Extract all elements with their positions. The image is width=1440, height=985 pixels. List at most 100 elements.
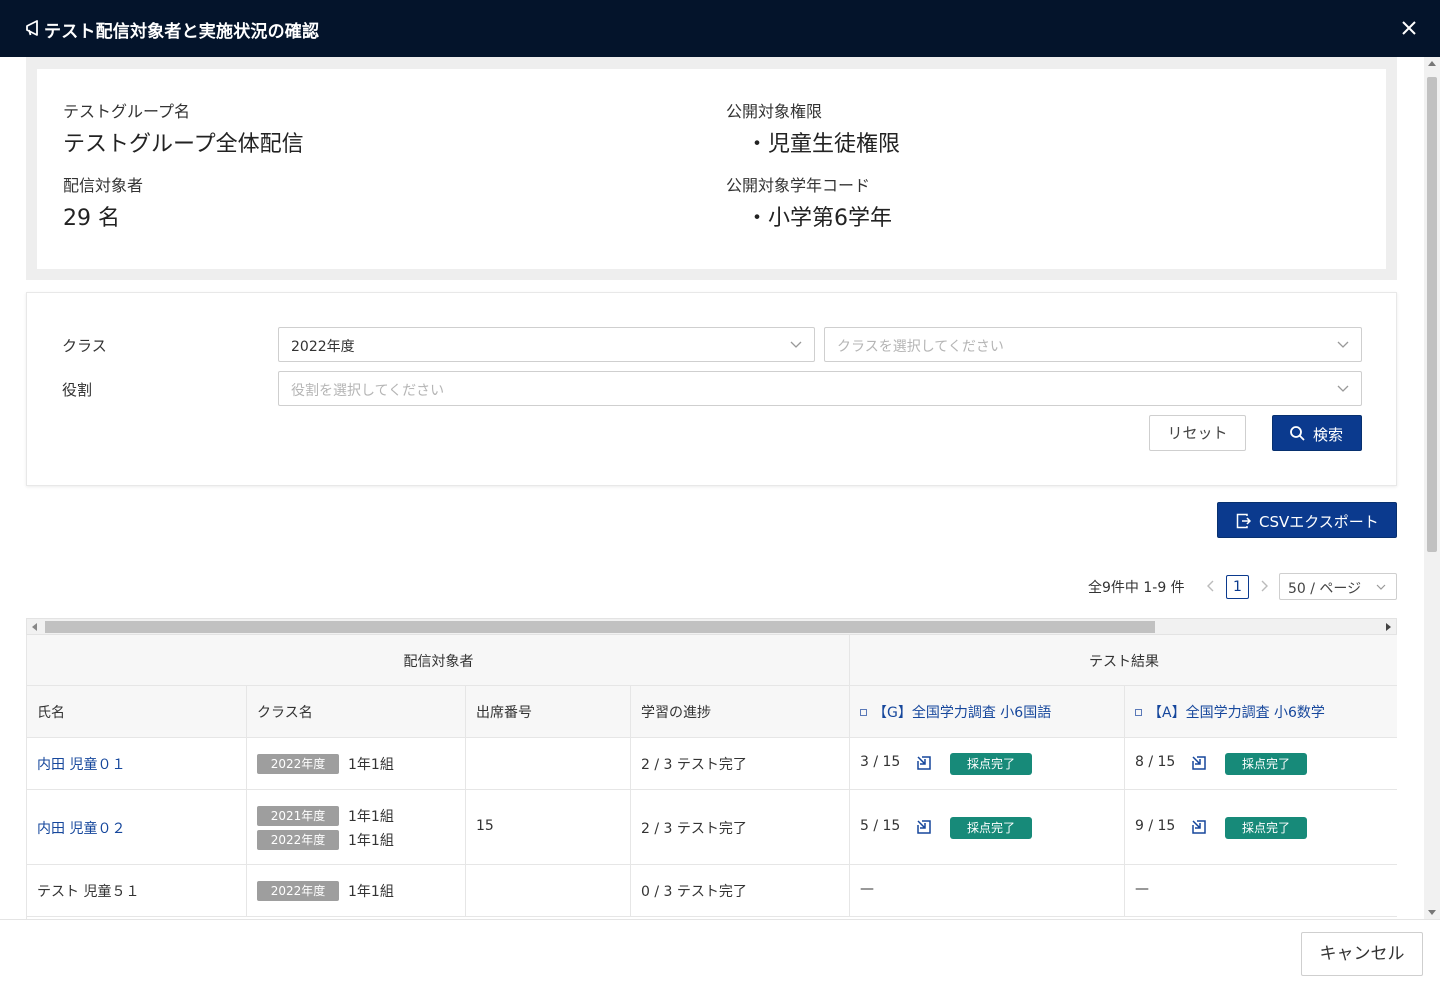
test-score-empty: — [860,881,874,897]
scrollbar-thumb[interactable] [45,621,1155,633]
table-row-3-name: テスト 児童５１ [27,865,247,917]
group-header-results: テスト結果 [850,635,1397,686]
column-header-test2[interactable]: 【A】全国学力調査 小6数学 [1125,686,1397,738]
table-row-1-class: 2022年度 1年1組 [247,738,466,790]
page-size-select[interactable]: 50 / ページ [1279,573,1397,600]
page-1-button[interactable]: 1 [1226,575,1249,599]
filter-card: クラス 2022年度 クラスを選択してください 役割 役割を選択してください リ… [26,292,1397,486]
progress-text: 2 / 3 テスト完了 [641,821,747,837]
page-size-value: 50 / ページ [1288,581,1362,597]
table-row-2-class: 2021年度 1年1組 2022年度 1年1組 [247,790,466,865]
table-row-2-progress: 2 / 3 テスト完了 [631,790,850,865]
search-icon [1290,426,1305,441]
pagination-summary: 全9件中 1-9 件 [1088,580,1185,596]
column-header-name-label: 氏名 [37,705,65,721]
group-header-targets: 配信対象者 [27,635,850,686]
targets-table: 配信対象者 テスト結果 氏名 クラス名 出席番号 学習の進捗 【G】全国学力調査… [26,635,1397,919]
year-select-value: 2022年度 [291,339,355,355]
grade-label: 公開対象学年コード [726,176,871,195]
student-name-link[interactable]: 内田 児童０１ [37,754,125,774]
scroll-left-arrow[interactable] [32,623,37,631]
column-header-test1[interactable]: 【G】全国学力調査 小6国語 [850,686,1125,738]
external-link-icon[interactable] [1191,819,1207,835]
vertical-scrollbar[interactable] [1424,57,1440,919]
year-tag: 2022年度 [257,881,339,901]
year-tag: 2022年度 [257,830,339,850]
status-badge: 採点完了 [950,817,1032,839]
targets-value: 29 名 [63,206,120,231]
dialog-title: テスト配信対象者と実施状況の確認 [44,22,320,42]
year-tag: 2021年度 [257,806,339,826]
progress-text: 2 / 3 テスト完了 [641,757,747,773]
column-header-test1-link[interactable]: 【G】全国学力調査 小6国語 [860,702,1051,722]
class-name: 1年1組 [348,833,394,849]
year-tag: 2022年度 [257,754,339,774]
scroll-right-arrow[interactable] [1386,623,1391,631]
megaphone-icon [26,20,38,36]
chevron-down-icon [790,341,802,348]
column-header-name[interactable]: 氏名 [27,686,247,738]
column-header-test1-label: 【G】全国学力調査 小6国語 [873,705,1052,721]
group-name-label: テストグループ名 [63,102,191,121]
table-row-3-progress: 0 / 3 テスト完了 [631,865,850,917]
table-row-2-test2: 9 / 15 採点完了 [1125,790,1397,865]
export-icon [1236,513,1251,529]
class-name: 1年1組 [348,809,394,825]
table-row-1-progress: 2 / 3 テスト完了 [631,738,850,790]
class-name: 1年1組 [348,757,394,773]
dialog-body: テストグループ名 テストグループ全体配信 配信対象者 29 名 公開対象権限 ・… [0,57,1424,919]
class-select[interactable]: クラスを選択してください [824,327,1362,362]
test-score: 9 / 15 [1135,818,1176,834]
group-header-targets-label: 配信対象者 [403,654,474,670]
student-name-link[interactable]: 内田 児童０２ [37,818,125,838]
status-badge: 採点完了 [950,753,1032,775]
column-header-class[interactable]: クラス名 [247,686,466,738]
csv-export-label: CSVエクスポート [1259,513,1379,531]
scrollbar-thumb[interactable] [1427,77,1437,552]
table-horizontal-scrollbar[interactable] [26,618,1397,635]
table-row-2-test1: 5 / 15 採点完了 [850,790,1125,865]
column-header-class-label: クラス名 [257,705,313,721]
table-row-3-test1: — [850,865,1125,917]
column-header-seat[interactable]: 出席番号 [466,686,631,738]
column-header-progress[interactable]: 学習の進捗 [631,686,850,738]
role-select[interactable]: 役割を選択してください [278,371,1362,406]
test-score: 3 / 15 [860,754,901,770]
reset-button[interactable]: リセット [1149,415,1246,451]
grade-value: ・小学第6学年 [746,206,892,231]
table-row-1-test2: 8 / 15 採点完了 [1125,738,1397,790]
column-header-seat-label: 出席番号 [476,705,532,721]
column-header-test2-link[interactable]: 【A】全国学力調査 小6数学 [1135,702,1325,722]
checkbox-icon [860,709,867,716]
table-row-3-seat [466,865,631,917]
table-row-3-class: 2022年度 1年1組 [247,865,466,917]
external-link-icon[interactable] [916,819,932,835]
table-row-3-test2: — [1125,865,1397,917]
progress-text: 0 / 3 テスト完了 [641,884,747,900]
year-select[interactable]: 2022年度 [278,327,815,362]
column-header-progress-label: 学習の進捗 [641,705,711,721]
csv-export-button[interactable]: CSVエクスポート [1217,502,1397,538]
chevron-down-icon [1337,341,1349,348]
checkbox-icon [1135,709,1142,716]
chevron-down-icon [1376,584,1386,590]
chevron-down-icon [1337,385,1349,392]
external-link-icon[interactable] [916,755,932,771]
test-score: 5 / 15 [860,818,901,834]
search-button-label: 検索 [1313,426,1344,444]
scroll-up-arrow[interactable] [1428,61,1436,66]
targets-label: 配信対象者 [63,176,144,195]
dialog-titlebar: テスト配信対象者と実施状況の確認 [0,0,1440,57]
dialog-footer: キャンセル [0,919,1440,985]
cancel-button[interactable]: キャンセル [1301,932,1423,976]
group-header-results-label: テスト結果 [1089,654,1159,670]
chevron-right-icon[interactable] [1256,576,1272,596]
search-button[interactable]: 検索 [1272,415,1362,451]
permission-value: ・児童生徒権限 [746,132,901,157]
external-link-icon[interactable] [1191,755,1207,771]
chevron-left-icon[interactable] [1203,576,1219,596]
close-icon[interactable] [1398,17,1420,39]
info-card: テストグループ名 テストグループ全体配信 配信対象者 29 名 公開対象権限 ・… [37,69,1386,269]
status-badge: 採点完了 [1225,817,1307,839]
scroll-down-arrow[interactable] [1428,910,1436,915]
